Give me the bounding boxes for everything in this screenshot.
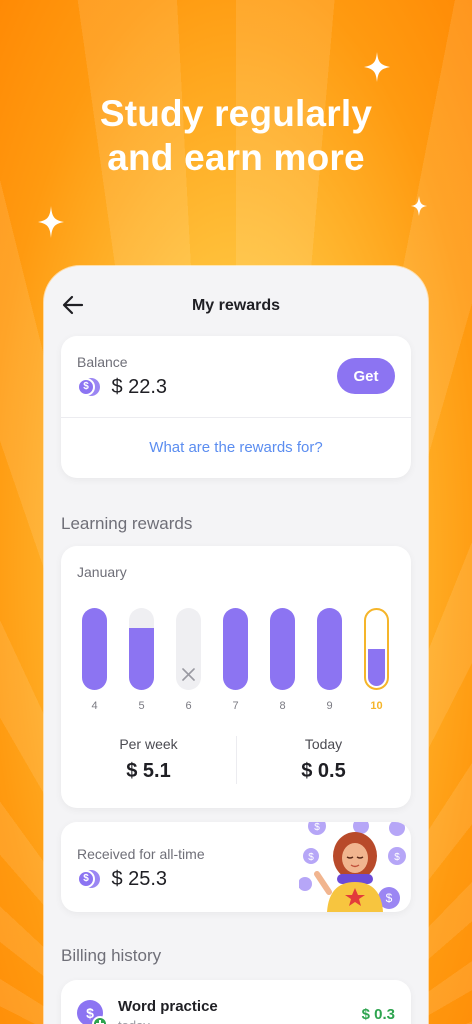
learning-rewards-card: January 4 5 6 7 8 9 10 Per week $ 5.1 Today $ … (61, 546, 411, 808)
day-label: 5 (138, 700, 145, 712)
billing-item-amount: $ 0.3 (361, 1006, 395, 1023)
balance-amount: $ 22.3 (111, 376, 168, 398)
promo-headline: Study regularly and earn more (0, 92, 472, 180)
alltime-card: Received for all-time $ $ 25.3 $ $ $ $ (61, 822, 411, 912)
billing-history-title: Billing history (61, 946, 162, 965)
billing-item-subtitle: today (118, 1018, 150, 1024)
day-label: 8 (279, 700, 286, 712)
balance-amount-row: $ $ 22.3 (77, 376, 167, 399)
per-week-value: $ 5.1 (126, 760, 171, 782)
bar-fill (129, 628, 154, 690)
day-label: 6 (185, 700, 192, 712)
coin-icon: $ (77, 869, 101, 890)
screen-title: My rewards (191, 297, 281, 314)
today-stat: Today $ 0.5 (236, 736, 411, 783)
sparkle-icon (364, 52, 390, 87)
bar-track (223, 608, 248, 690)
today-label: Today (304, 736, 343, 752)
billing-item-card[interactable]: $ Word practice today $ 0.3 (61, 980, 411, 1024)
balance-card: Balance $ $ 22.3 Get What are the reward… (61, 336, 411, 478)
top-bar: My rewards (44, 266, 428, 346)
bar-fill (368, 649, 385, 686)
svg-text:$: $ (394, 852, 400, 863)
bar-fill (223, 608, 248, 690)
bar-fill (270, 608, 295, 690)
month-label: January (77, 564, 127, 580)
rewards-info-link[interactable]: What are the rewards for? (61, 439, 411, 456)
balance-label: Balance (77, 354, 128, 370)
divider (61, 417, 411, 418)
today-value: $ 0.5 (301, 760, 346, 782)
day-label: 9 (326, 700, 333, 712)
svg-text:$: $ (86, 1005, 94, 1021)
daily-progress-bars: 4 5 6 7 8 9 10 (82, 608, 392, 718)
bar-fill (317, 608, 342, 690)
billing-coin-icon: $ (77, 1000, 108, 1024)
bar-track (82, 608, 107, 690)
bar-fill (82, 608, 107, 690)
billing-item-title: Word practice (118, 998, 218, 1015)
bar-track (317, 608, 342, 690)
per-week-label: Per week (119, 736, 178, 752)
headline-line-2: and earn more (107, 137, 365, 178)
day-label: 4 (91, 700, 98, 712)
get-button[interactable]: Get (337, 358, 395, 394)
alltime-label: Received for all-time (77, 846, 205, 862)
sparkle-icon (38, 206, 64, 243)
bar-track (176, 608, 201, 690)
phone-screen: My rewards Balance $ $ 22.3 Get What are… (44, 266, 428, 1024)
bar-track (364, 608, 389, 690)
alltime-amount: $ 25.3 (111, 868, 168, 890)
sparkle-icon (411, 196, 427, 221)
per-week-stat: Per week $ 5.1 (61, 736, 236, 783)
svg-text:$: $ (308, 852, 314, 863)
day-label: 7 (232, 700, 239, 712)
learning-rewards-title: Learning rewards (61, 514, 193, 533)
alltime-amount-row: $ $ 25.3 (77, 868, 167, 891)
day-label: 10 (370, 700, 383, 712)
coin-icon: $ (77, 377, 101, 398)
girl-illustration: $ $ $ $ (298, 822, 411, 912)
svg-text:$: $ (314, 822, 320, 833)
bar-track (270, 608, 295, 690)
headline-line-1: Study regularly (99, 93, 373, 134)
svg-text:$: $ (386, 891, 393, 905)
bar-track (129, 608, 154, 690)
missed-x-icon (182, 668, 195, 686)
